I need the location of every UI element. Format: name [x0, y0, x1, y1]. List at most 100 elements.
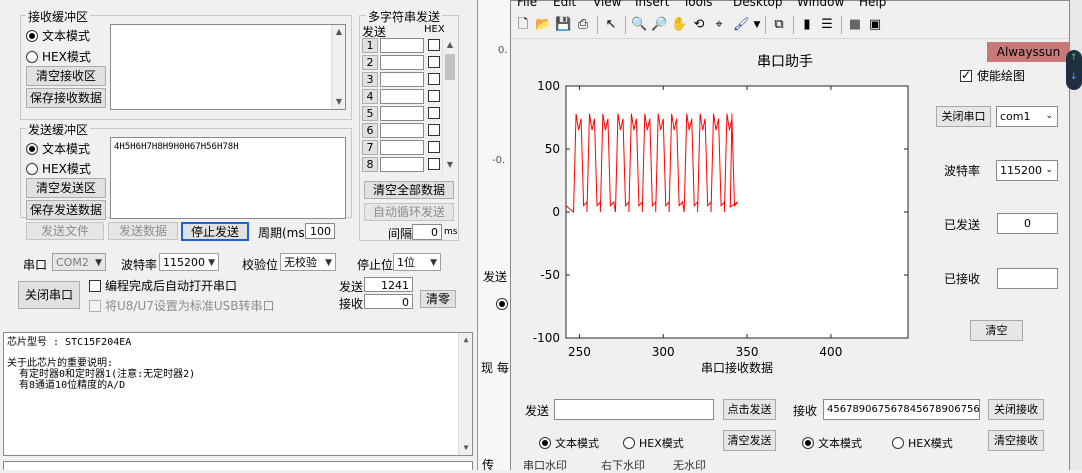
- menu-help[interactable]: Help: [859, 0, 886, 9]
- multi-string-send-index-button[interactable]: 8: [362, 157, 378, 172]
- matlab-click-send-button[interactable]: 点击发送: [723, 399, 776, 420]
- matlab-clear-button[interactable]: 清空: [970, 320, 1023, 341]
- auto-loop-send-button[interactable]: 自动循环发送: [364, 203, 454, 221]
- save-send-button[interactable]: 保存发送数据: [26, 200, 106, 220]
- multi-string-hex-checkbox[interactable]: [428, 107, 440, 119]
- new-figure-icon[interactable]: 🗋: [515, 17, 531, 33]
- scroll-down-icon[interactable]: ▼: [332, 95, 346, 109]
- multi-string-input[interactable]: [380, 55, 424, 70]
- clear-count-button[interactable]: 清零: [420, 290, 456, 308]
- multi-string-send-index-button[interactable]: 5: [362, 106, 378, 121]
- clear-all-data-button[interactable]: 清空全部数据: [364, 181, 454, 199]
- matlab-recv-text-mode-radio[interactable]: 文本模式: [802, 435, 862, 451]
- show-plot-tools-icon[interactable]: ▣: [867, 17, 883, 33]
- info-scrollbar[interactable]: ▲ ▼: [458, 333, 472, 455]
- clear-send-button[interactable]: 清空发送区: [26, 178, 106, 198]
- receive-scrollbar[interactable]: ▲ ▼: [331, 25, 345, 109]
- send-hex-mode-radio[interactable]: HEX模式: [26, 160, 91, 177]
- stop-send-button[interactable]: 停止发送: [181, 222, 249, 241]
- usb-serial-checkbox[interactable]: 将U8/U7设置为标准USB转串口: [89, 297, 275, 314]
- multi-string-input[interactable]: [380, 157, 424, 172]
- matlab-recv-hex-mode-radio[interactable]: HEX模式: [892, 435, 953, 451]
- multi-string-send-index-button[interactable]: 7: [362, 140, 378, 155]
- receive-text-mode-radio[interactable]: 文本模式: [26, 27, 90, 44]
- hide-plot-tools-icon[interactable]: ■: [847, 17, 863, 33]
- chevron-down-icon[interactable]: ▼: [749, 17, 765, 33]
- brush-icon[interactable]: 🖌: [733, 17, 750, 33]
- send-text-mode-radio[interactable]: 文本模式: [26, 140, 90, 157]
- clear-receive-button[interactable]: 清空接收区: [26, 66, 106, 86]
- link-plot-icon[interactable]: ⧉: [771, 17, 787, 33]
- port-select[interactable]: COM2 ▼: [52, 253, 106, 271]
- menu-insert[interactable]: Insert: [635, 0, 669, 9]
- arrow-up-icon[interactable]: ↑: [1070, 53, 1078, 63]
- multi-string-hex-checkbox[interactable]: [428, 90, 440, 102]
- matlab-send-text-mode-radio[interactable]: 文本模式: [539, 435, 599, 451]
- matlab-send-input[interactable]: [554, 399, 714, 420]
- multi-string-hex-checkbox[interactable]: [428, 73, 440, 85]
- multi-string-send-index-button[interactable]: 3: [362, 72, 378, 87]
- save-icon[interactable]: 💾: [555, 17, 571, 33]
- multi-string-input[interactable]: [380, 72, 424, 87]
- matlab-send-hex-mode-radio[interactable]: HEX模式: [623, 435, 684, 451]
- baud-select[interactable]: 115200 ▼: [159, 253, 219, 271]
- stop-bits-select[interactable]: 1位 ▼: [393, 253, 441, 271]
- receive-textarea[interactable]: ▲ ▼: [110, 24, 346, 110]
- scroll-up-icon[interactable]: ▲: [332, 25, 346, 39]
- matlab-baud-select[interactable]: 115200 ⌄: [996, 160, 1058, 181]
- multi-string-input[interactable]: [380, 123, 424, 138]
- menu-view[interactable]: View: [593, 0, 621, 9]
- matlab-clear-recv-button[interactable]: 清空接收: [988, 430, 1044, 451]
- open-file-icon[interactable]: 📂: [535, 17, 551, 33]
- interval-input[interactable]: 0: [412, 224, 442, 240]
- multi-string-send-index-button[interactable]: 1: [362, 38, 378, 53]
- multi-string-scrollbar[interactable]: ▲ ▼: [442, 38, 456, 172]
- menu-file[interactable]: File: [517, 0, 537, 9]
- multi-string-input[interactable]: [380, 89, 424, 104]
- data-cursor-icon[interactable]: ⌖: [711, 17, 727, 33]
- auto-open-checkbox[interactable]: 编程完成后自动打开串口: [89, 277, 237, 294]
- scroll-thumb[interactable]: [445, 54, 455, 80]
- multi-string-send-index-button[interactable]: 2: [362, 55, 378, 70]
- matlab-port-select[interactable]: com1 ⌄: [996, 106, 1058, 127]
- arrow-down-icon[interactable]: ↓: [1070, 72, 1078, 82]
- menu-edit[interactable]: Edit: [553, 0, 576, 9]
- zoom-out-icon[interactable]: 🔎: [651, 17, 667, 33]
- menu-window[interactable]: Window: [797, 0, 844, 9]
- multi-string-input[interactable]: [380, 106, 424, 121]
- scroll-up-icon[interactable]: ▲: [459, 333, 473, 347]
- multi-string-hex-checkbox[interactable]: [428, 56, 440, 68]
- multi-string-hex-checkbox[interactable]: [428, 158, 440, 170]
- matlab-recv-field[interactable]: 45678906756784567890675678: [823, 399, 980, 420]
- parity-select[interactable]: 无校验 ▼: [280, 253, 336, 271]
- send-textarea[interactable]: 4H5H6H7H8H9H0H67H56H78H: [110, 137, 346, 219]
- floating-scroll-widget[interactable]: ↑ ↓: [1066, 50, 1082, 90]
- matlab-close-port-button[interactable]: 关闭串口: [936, 106, 991, 127]
- legend-icon[interactable]: ☰: [819, 17, 835, 33]
- multi-string-send-index-button[interactable]: 6: [362, 123, 378, 138]
- scroll-up-icon[interactable]: ▲: [443, 38, 457, 52]
- rotate-3d-icon[interactable]: ⟲: [691, 17, 707, 33]
- print-icon[interactable]: ⎙: [575, 17, 591, 33]
- multi-string-hex-checkbox[interactable]: [428, 124, 440, 136]
- multi-string-send-index-button[interactable]: 4: [362, 89, 378, 104]
- enable-plot-checkbox[interactable]: 使能绘图: [960, 67, 1025, 84]
- multi-string-input[interactable]: [380, 140, 424, 155]
- send-file-button[interactable]: 发送文件: [26, 222, 104, 240]
- receive-hex-mode-radio[interactable]: HEX模式: [26, 48, 91, 65]
- matlab-clear-send-button[interactable]: 清空发送: [723, 430, 776, 451]
- menu-desktop[interactable]: Desktop: [733, 0, 783, 9]
- send-data-button[interactable]: 发送数据: [108, 222, 178, 240]
- multi-string-input[interactable]: [380, 38, 424, 53]
- pan-hand-icon[interactable]: ✋: [671, 17, 687, 33]
- pointer-icon[interactable]: ↖: [603, 17, 619, 33]
- save-receive-button[interactable]: 保存接收数据: [26, 88, 106, 108]
- period-input[interactable]: 100: [305, 223, 335, 239]
- colorbar-icon[interactable]: ▮: [799, 17, 815, 33]
- close-port-button[interactable]: 关闭串口: [18, 281, 80, 309]
- multi-string-hex-checkbox[interactable]: [428, 39, 440, 51]
- zoom-in-icon[interactable]: 🔍: [631, 17, 647, 33]
- multi-string-hex-checkbox[interactable]: [428, 141, 440, 153]
- scroll-down-icon[interactable]: ▼: [459, 441, 473, 455]
- matlab-close-recv-button[interactable]: 关闭接收: [988, 399, 1044, 420]
